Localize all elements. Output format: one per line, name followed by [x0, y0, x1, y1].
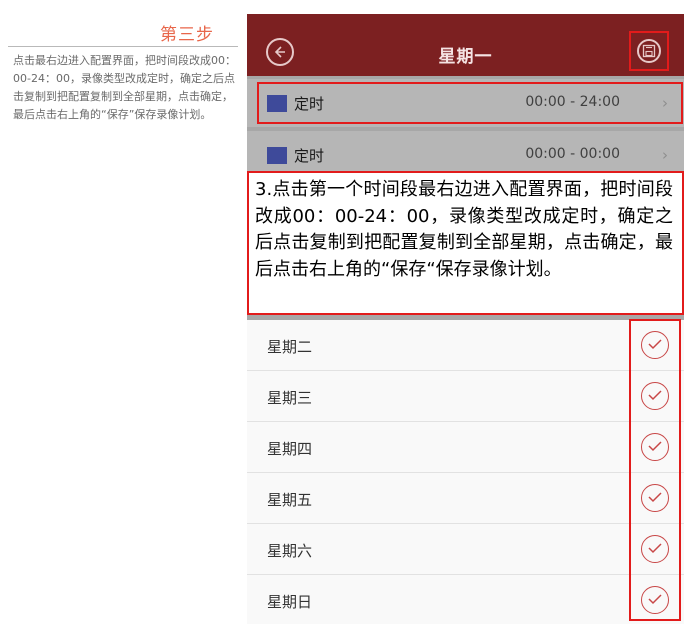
record-type-label: 定时: [294, 95, 325, 113]
app-header: 星期一: [247, 14, 684, 76]
day-option[interactable]: 星期六: [247, 524, 684, 575]
check-circle-icon[interactable]: [641, 484, 669, 512]
check-circle-icon[interactable]: [641, 382, 669, 410]
day-label: 星期日: [267, 593, 313, 611]
day-label: 星期四: [267, 440, 313, 458]
record-type-label: 定时: [294, 147, 325, 165]
day-label: 星期二: [267, 338, 313, 356]
day-option[interactable]: 星期三: [247, 371, 684, 422]
record-type-swatch: [267, 95, 287, 112]
day-label: 星期三: [267, 389, 313, 407]
save-icon: [637, 39, 661, 63]
page-title: 星期一: [438, 47, 493, 67]
step-instructions: 点击最右边进入配置界面，把时间段改成00：00-24：00，录像类型改成定时，确…: [13, 54, 236, 121]
chevron-right-icon: ›: [662, 146, 668, 164]
phone-screen: 星期一 定时 00:00 - 24:00 › 定时 00:00 - 00:00 …: [247, 14, 684, 624]
check-circle-icon[interactable]: [641, 433, 669, 461]
step-title: 第三步: [160, 25, 214, 45]
check-circle-icon[interactable]: [641, 586, 669, 614]
time-slot-row[interactable]: 定时 00:00 - 24:00 ›: [247, 79, 684, 127]
check-circle-icon[interactable]: [641, 331, 669, 359]
day-option[interactable]: 星期五: [247, 473, 684, 524]
record-type-swatch: [267, 147, 287, 164]
day-option[interactable]: 星期日: [247, 575, 684, 624]
chevron-right-icon: ›: [662, 94, 668, 112]
time-range: 00:00 - 24:00: [525, 94, 620, 110]
check-circle-icon[interactable]: [641, 535, 669, 563]
day-label: 星期六: [267, 542, 313, 560]
day-option[interactable]: 星期四: [247, 422, 684, 473]
divider: [8, 46, 238, 47]
day-label: 星期五: [267, 491, 313, 509]
save-button[interactable]: [629, 31, 669, 71]
time-range: 00:00 - 00:00: [525, 146, 620, 162]
day-option[interactable]: 星期二: [247, 320, 684, 371]
copy-to-day-list: 星期二 星期三 星期四 星期五 星期六 星期日: [247, 320, 684, 624]
annotation-callout: 3.点击第一个时间段最右边进入配置界面，把时间段改成00：00-24：00，录像…: [247, 171, 684, 315]
